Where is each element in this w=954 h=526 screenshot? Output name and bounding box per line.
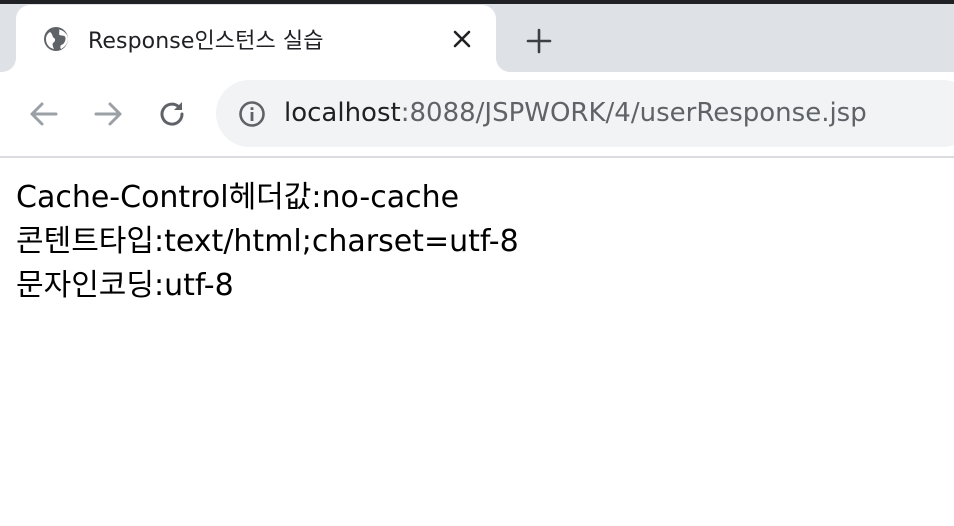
url-path: :8088/JSPWORK/4/userResponse.jsp <box>400 98 867 128</box>
content-type-line: 콘텐트타입:text/html;charset=utf-8 <box>16 224 519 259</box>
character-encoding-line: 문자인코딩:utf-8 <box>16 268 234 303</box>
page-content: Cache-Control헤더값:no-cache 콘텐트타입:text/htm… <box>16 176 519 308</box>
globe-icon <box>42 25 70 53</box>
close-tab-icon[interactable] <box>450 27 474 51</box>
url-host: localhost <box>284 98 401 128</box>
tab-title: Response인스턴스 실습 <box>88 29 324 54</box>
address-bar[interactable]: localhost:8088/JSPWORK/4/userResponse.js… <box>216 80 954 147</box>
plus-icon[interactable] <box>524 26 554 56</box>
active-tab[interactable]: Response인스턴스 실습 <box>16 5 496 72</box>
browser-toolbar: localhost:8088/JSPWORK/4/userResponse.js… <box>0 72 954 156</box>
cache-control-line: Cache-Control헤더값:no-cache <box>16 180 460 215</box>
arrow-right-icon[interactable] <box>90 96 126 132</box>
toolbar-divider <box>0 156 954 158</box>
reload-icon[interactable] <box>154 96 190 132</box>
info-icon[interactable] <box>238 100 266 128</box>
tab-corner-right <box>496 56 512 72</box>
tab-corner-left <box>0 56 16 72</box>
tab-strip: Response인스턴스 실습 <box>0 4 954 72</box>
url-text[interactable]: localhost:8088/JSPWORK/4/userResponse.js… <box>284 98 867 128</box>
arrow-left-icon[interactable] <box>26 96 62 132</box>
